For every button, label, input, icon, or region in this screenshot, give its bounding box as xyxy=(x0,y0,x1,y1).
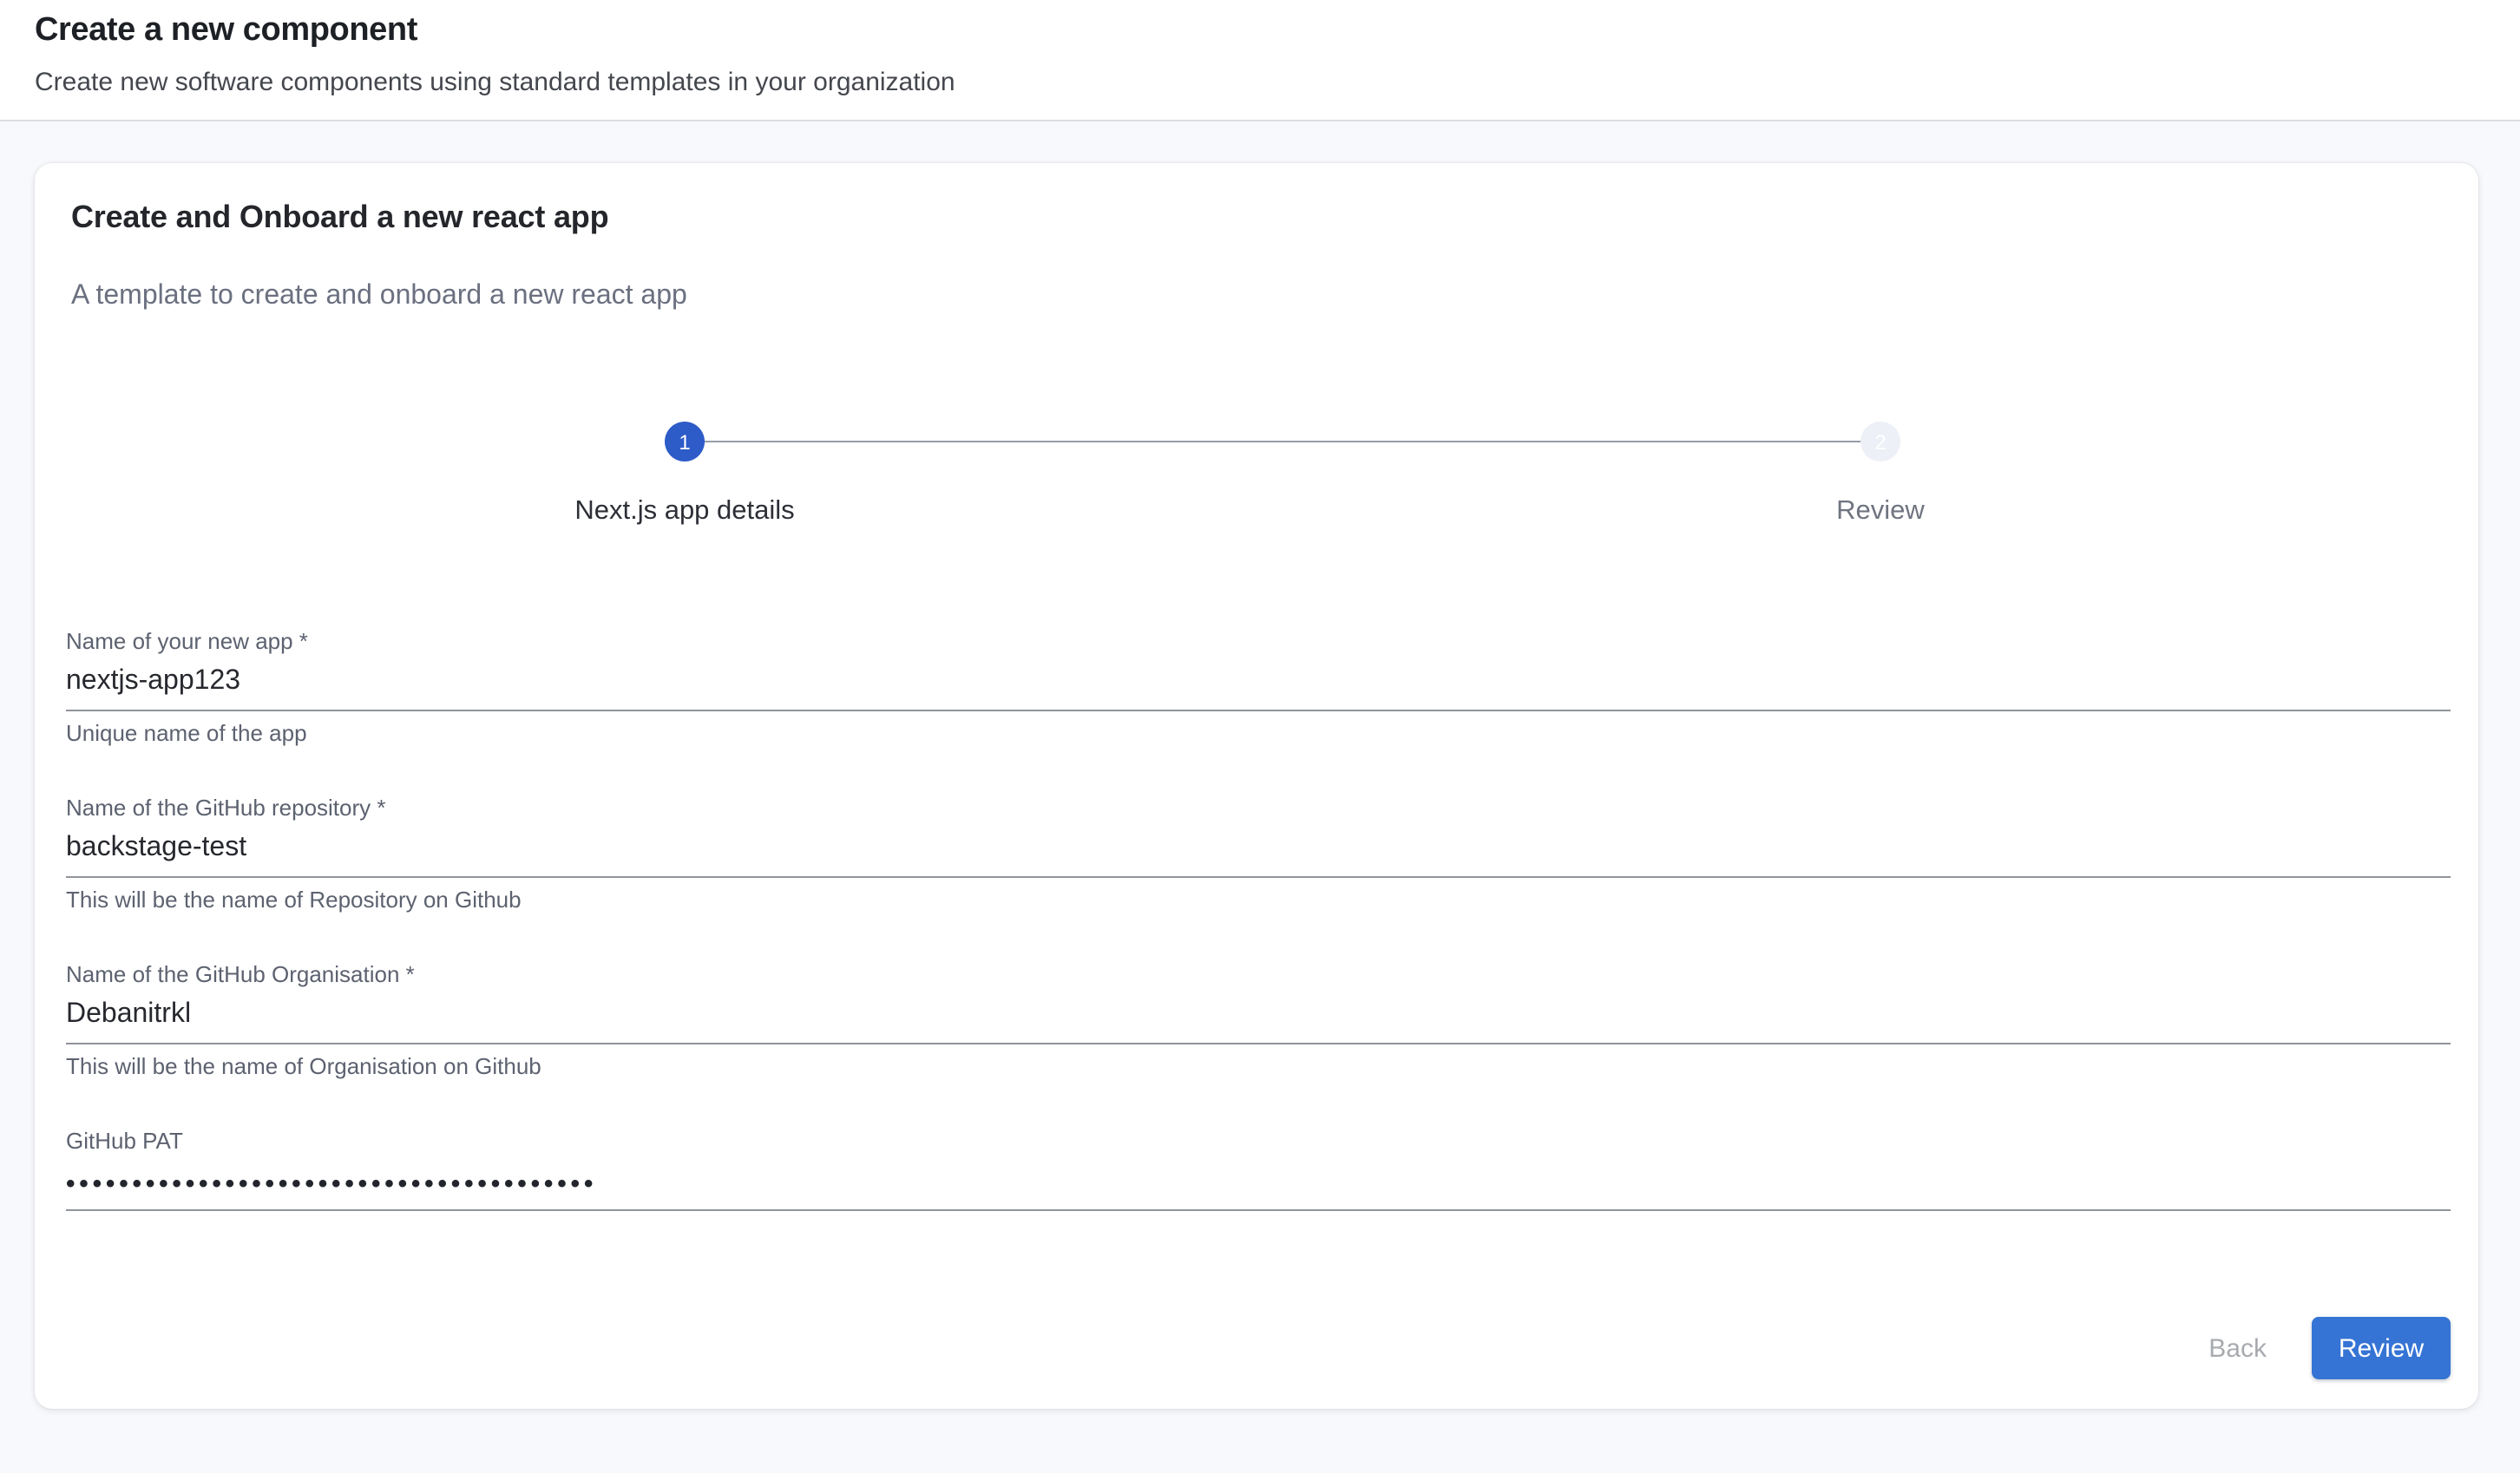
page-title: Create a new component xyxy=(35,10,2485,52)
stepper: 1 Next.js app details 2 Review xyxy=(35,422,2478,527)
review-button[interactable]: Review xyxy=(2312,1317,2451,1379)
github-organisation-input[interactable] xyxy=(66,999,2451,1044)
step-nextjs-app-details: 1 Next.js app details xyxy=(87,422,1283,527)
template-form: Name of your new app * Unique name of th… xyxy=(66,628,2451,1260)
back-button[interactable]: Back xyxy=(2188,1319,2287,1377)
page-header: Create a new component Create new softwa… xyxy=(0,0,2520,121)
field-github-repository: Name of the GitHub repository * This wil… xyxy=(66,795,2451,913)
step-2-label: Review xyxy=(1836,496,1925,527)
field-github-pat: GitHub PAT xyxy=(66,1128,2451,1211)
step-2-number: 2 xyxy=(1874,429,1886,454)
github-repository-label: Name of the GitHub repository * xyxy=(66,795,2451,821)
template-description: A template to create and onboard a new r… xyxy=(71,278,2442,314)
field-github-organisation: Name of the GitHub Organisation * This w… xyxy=(66,961,2451,1079)
step-1-circle: 1 xyxy=(665,422,705,462)
scaffolder-page: Create a new component Create new softwa… xyxy=(0,0,2520,1473)
app-name-label: Name of your new app * xyxy=(66,628,2451,654)
github-repository-helper: This will be the name of Repository on G… xyxy=(66,887,2451,913)
page-subtitle: Create new software components using sta… xyxy=(35,68,2485,99)
github-pat-input[interactable] xyxy=(66,1166,2451,1211)
card-footer: Back Review xyxy=(35,1317,2478,1409)
template-title: Create and Onboard a new react app xyxy=(71,200,2442,236)
template-card: Create and Onboard a new react app A tem… xyxy=(35,163,2478,1409)
github-organisation-helper: This will be the name of Organisation on… xyxy=(66,1053,2451,1079)
github-repository-input[interactable] xyxy=(66,833,2451,878)
step-1-label: Next.js app details xyxy=(574,496,794,527)
main-content: Create and Onboard a new react app A tem… xyxy=(0,121,2520,1473)
card-header: Create and Onboard a new react app A tem… xyxy=(35,163,2478,314)
app-name-helper: Unique name of the app xyxy=(66,720,2451,746)
github-organisation-label: Name of the GitHub Organisation * xyxy=(66,961,2451,987)
app-name-input[interactable] xyxy=(66,666,2451,711)
step-2-circle: 2 xyxy=(1860,422,1900,462)
step-1-number: 1 xyxy=(679,429,690,454)
step-review: 2 Review xyxy=(1283,422,2478,527)
github-pat-label: GitHub PAT xyxy=(66,1128,2451,1154)
field-app-name: Name of your new app * Unique name of th… xyxy=(66,628,2451,746)
